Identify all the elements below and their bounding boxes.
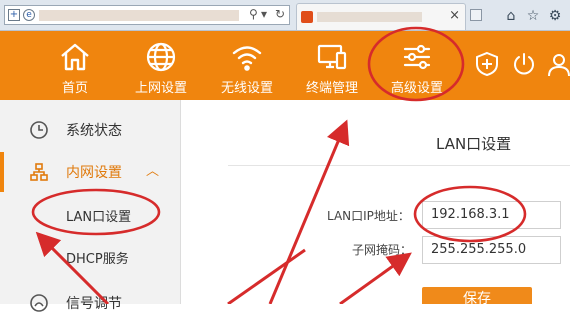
nav-devices[interactable]: 终端管理 — [287, 31, 377, 100]
nav-label: 终端管理 — [305, 81, 358, 96]
settings-gear-icon[interactable]: ⚙ — [544, 7, 566, 25]
top-nav: 首页 上网设置 无线设置 终端管理 高级设置 — [0, 31, 570, 100]
nav-internet[interactable]: 上网设置 — [116, 31, 206, 100]
page-favicon-icon: + — [8, 9, 20, 21]
divider — [228, 165, 570, 166]
sidebar-item-label: LAN口设置 — [66, 210, 132, 225]
sidebar-subitem-lan-port[interactable]: LAN口设置 — [0, 195, 180, 235]
ie-favicon-icon: e — [23, 9, 35, 21]
save-button[interactable]: 保存 — [422, 287, 532, 304]
sidebar-subitem-dhcp[interactable]: DHCP服务 — [0, 237, 180, 277]
refresh-icon[interactable]: ↻ — [275, 7, 285, 21]
sidebar-item-label: 内网设置 — [66, 165, 122, 181]
lan-ip-input[interactable]: 192.168.3.1 — [422, 201, 561, 229]
power-icon[interactable] — [511, 51, 537, 77]
favorites-icon[interactable]: ☆ — [522, 7, 544, 25]
sidebar: 系统状态 内网设置 ︿ LAN口设置 DHCP服务 信号调节 — [0, 100, 181, 312]
sidebar-item-label: DHCP服务 — [66, 252, 129, 267]
nav-label: 上网设置 — [134, 81, 187, 96]
address-blurred — [39, 10, 239, 21]
nav-advanced[interactable]: 高级设置 — [372, 31, 462, 100]
section-title: LAN口设置 — [436, 135, 512, 153]
home-browser-icon[interactable]: ⌂ — [500, 7, 522, 25]
subnet-mask-label: 子网掩码： — [352, 243, 413, 257]
sidebar-item-signal[interactable]: 信号调节 — [0, 283, 180, 323]
browser-tab[interactable]: × — [296, 3, 466, 30]
globe-icon — [146, 42, 176, 72]
dropdown-icon[interactable]: ▾ — [261, 7, 267, 21]
address-bar[interactable]: + e ⚲ ▾ ↻ — [4, 5, 290, 25]
sidebar-item-label: 系统状态 — [66, 123, 122, 139]
new-tab-button[interactable] — [470, 9, 482, 21]
nav-home[interactable]: 首页 — [30, 31, 120, 100]
active-indicator — [0, 152, 4, 192]
user-icon[interactable] — [546, 51, 570, 77]
nav-label: 首页 — [61, 81, 88, 96]
tab-title-blurred — [317, 12, 422, 22]
network-icon — [30, 163, 48, 181]
nav-label: 高级设置 — [390, 81, 443, 96]
browser-toolbar: + e ⚲ ▾ ↻ × ⌂ ☆ ⚙ — [0, 0, 570, 31]
signal-icon — [30, 294, 48, 312]
sidebar-item-label: 信号调节 — [66, 296, 122, 312]
subnet-mask-input[interactable]: 255.255.255.0 — [422, 236, 561, 264]
lan-ip-label: LAN口IP地址： — [327, 209, 410, 223]
nav-wireless[interactable]: 无线设置 — [202, 31, 292, 100]
close-tab-icon[interactable]: × — [449, 8, 460, 23]
sidebar-item-lan-settings[interactable]: 内网设置 ︿ — [0, 152, 180, 192]
sliders-icon — [403, 44, 431, 70]
search-icon[interactable]: ⚲ — [249, 7, 258, 21]
sidebar-item-status[interactable]: 系统状态 — [0, 110, 180, 150]
wifi-icon — [232, 46, 262, 71]
chevron-up-icon[interactable]: ︿ — [146, 160, 159, 179]
tab-favicon-icon — [301, 11, 313, 23]
clock-icon — [30, 121, 48, 139]
home-icon — [61, 43, 89, 71]
nav-label: 无线设置 — [220, 81, 273, 96]
shield-plus-icon[interactable] — [474, 51, 500, 77]
devices-icon — [317, 44, 347, 70]
